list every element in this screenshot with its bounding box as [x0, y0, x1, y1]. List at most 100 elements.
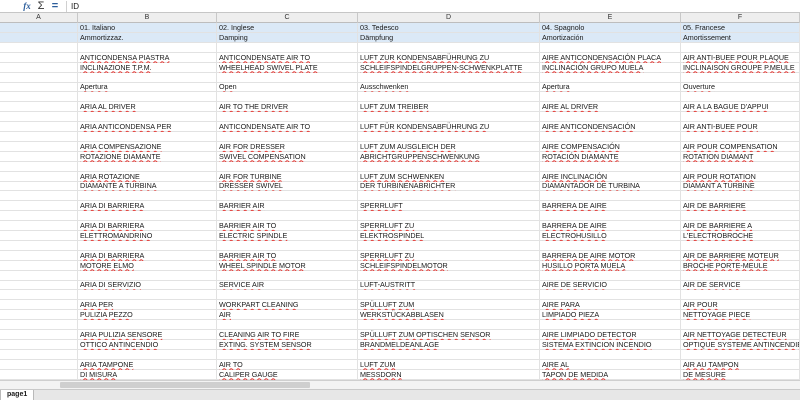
cell-d[interactable] — [358, 112, 540, 123]
cell-a[interactable] — [0, 280, 78, 291]
cell-b[interactable] — [78, 290, 217, 301]
column-header-c[interactable]: C — [217, 13, 358, 23]
cell-f[interactable]: DIAMANT A TURBINE — [681, 181, 800, 192]
cell-c[interactable]: ANTICONDENSATE AIR TO — [217, 122, 358, 132]
cell-a[interactable] — [0, 92, 78, 103]
cell-d[interactable]: LUFT ZUR KONDENSABFÜHRUNG ZU — [358, 52, 540, 63]
cell-f[interactable] — [681, 72, 800, 83]
cell-d[interactable]: Ausschwenken — [358, 82, 540, 93]
cell-a[interactable] — [0, 72, 78, 83]
cell-e[interactable] — [540, 211, 681, 222]
cell-c[interactable]: EXTING. SYSTEM SENSOR — [217, 339, 358, 350]
cell-b[interactable]: ARIA DI BARRIERA — [78, 250, 217, 261]
cell-d[interactable]: LUFT ZUM TREIBER — [358, 102, 540, 113]
cell-b[interactable]: Ammortizzaz. — [78, 32, 217, 43]
cell-e[interactable] — [540, 161, 681, 172]
cell-e[interactable]: AIRE INCLINACIÓN — [540, 171, 681, 182]
cell-c[interactable]: DRESSER SWIVEL — [217, 181, 358, 192]
cell-d[interactable]: MESSDORN — [358, 369, 540, 380]
cell-a[interactable] — [0, 240, 78, 251]
cell-e[interactable]: AIRE ANTICONDENSACIÓN PLACA — [540, 52, 681, 63]
cell-e[interactable]: AIRE COMPENSACIÓN — [540, 141, 681, 152]
cell-f[interactable] — [681, 161, 800, 172]
cell-c[interactable] — [217, 320, 358, 330]
cell-b[interactable] — [78, 92, 217, 103]
cell-a[interactable] — [0, 102, 78, 113]
cell-e[interactable]: LIMPIADO PIEZA — [540, 310, 681, 321]
cell-a[interactable] — [0, 369, 78, 380]
cell-e[interactable]: AIRE PARA — [540, 300, 681, 311]
cell-f[interactable]: DE MESURE — [681, 369, 800, 380]
cell-f[interactable]: AIR POUR ROTATION — [681, 171, 800, 182]
equals-icon[interactable]: = — [48, 0, 62, 13]
cell-b[interactable]: PULIZIA PEZZO — [78, 310, 217, 321]
cell-b[interactable]: ARIA AL DRIVER — [78, 102, 217, 113]
cell-e[interactable]: AIRE AL DRIVER — [540, 102, 681, 113]
cell-e[interactable] — [540, 42, 681, 53]
column-header-a[interactable]: A — [0, 13, 78, 23]
cell-f[interactable]: Ouverture — [681, 82, 800, 93]
cell-b[interactable]: Apertura — [78, 82, 217, 93]
cell-c[interactable] — [217, 112, 358, 123]
cell-c[interactable] — [217, 349, 358, 360]
cell-a[interactable] — [0, 141, 78, 152]
cell-d[interactable] — [358, 92, 540, 103]
cell-f[interactable]: AIR NETTOYAGE DETECTEUR — [681, 329, 800, 340]
cell-a[interactable] — [0, 300, 78, 311]
cell-a[interactable] — [0, 181, 78, 192]
cell-e[interactable] — [540, 92, 681, 103]
cell-b[interactable] — [78, 349, 217, 360]
cell-f[interactable] — [681, 320, 800, 330]
cell-f[interactable]: AIR DE SERVICE — [681, 280, 800, 291]
cell-c[interactable]: WORKPART CLEANING — [217, 300, 358, 311]
cell-f[interactable]: AIR ANTI-BUEE POUR — [681, 122, 800, 132]
cell-c[interactable]: BARRIER AIR TO — [217, 250, 358, 261]
cell-e[interactable] — [540, 72, 681, 83]
cell-e[interactable] — [540, 270, 681, 281]
cell-d[interactable]: SPERRLUFT ZU — [358, 250, 540, 261]
cell-c[interactable] — [217, 191, 358, 202]
cell-f[interactable] — [681, 211, 800, 222]
cell-d[interactable]: SPERRLUFT ZU — [358, 221, 540, 231]
cell-f[interactable] — [681, 349, 800, 360]
cell-b[interactable] — [78, 42, 217, 53]
cell-c[interactable] — [217, 42, 358, 53]
cell-b[interactable] — [78, 320, 217, 330]
cell-a[interactable] — [0, 131, 78, 142]
cell-e[interactable]: ROTACIÓN DIAMANTE — [540, 151, 681, 162]
column-header-b[interactable]: B — [78, 13, 217, 23]
cell-a[interactable] — [0, 161, 78, 172]
cell-c[interactable]: CALIPER GAUGE — [217, 369, 358, 380]
cell-e[interactable]: ELECTROHUSILLO — [540, 230, 681, 241]
cell-b[interactable] — [78, 112, 217, 123]
cell-d[interactable]: SPERRLUFT — [358, 201, 540, 212]
cell-e[interactable]: HUSILLO PORTA MUELA — [540, 260, 681, 271]
cell-e[interactable] — [540, 290, 681, 301]
cell-d[interactable] — [358, 270, 540, 281]
cell-a[interactable] — [0, 230, 78, 241]
column-header-f[interactable]: F — [681, 13, 800, 23]
cell-b[interactable]: OTTICO ANTINCENDIO — [78, 339, 217, 350]
cell-c[interactable] — [217, 290, 358, 301]
cell-f[interactable]: AIR A LA BAGUE D'APPUI — [681, 102, 800, 113]
cell-a[interactable] — [0, 171, 78, 182]
cell-e[interactable]: 04. Spagnolo — [540, 23, 681, 33]
sheet-tab-page1[interactable]: page1 — [0, 390, 35, 400]
cell-b[interactable]: ROTAZIONE DIAMANTE — [78, 151, 217, 162]
cell-a[interactable] — [0, 310, 78, 321]
cell-a[interactable] — [0, 260, 78, 271]
cell-d[interactable] — [358, 349, 540, 360]
cell-c[interactable]: BARRIER AIR — [217, 201, 358, 212]
cell-d[interactable]: LUFT ZUM AUSGLEICH DER — [358, 141, 540, 152]
formula-input[interactable]: ID — [66, 0, 800, 12]
cell-f[interactable] — [681, 290, 800, 301]
cell-d[interactable]: ABRICHTGRUPPENSCHWENKUNG — [358, 151, 540, 162]
cell-a[interactable] — [0, 122, 78, 132]
cell-f[interactable] — [681, 191, 800, 202]
cell-c[interactable]: AIR FOR DRESSER — [217, 141, 358, 152]
cell-c[interactable] — [217, 92, 358, 103]
cell-e[interactable]: Amortización — [540, 32, 681, 43]
cell-b[interactable]: INCLINAZIONE T.P.M. — [78, 62, 217, 73]
cell-f[interactable]: 05. Francese — [681, 23, 800, 33]
cell-a[interactable] — [0, 339, 78, 350]
